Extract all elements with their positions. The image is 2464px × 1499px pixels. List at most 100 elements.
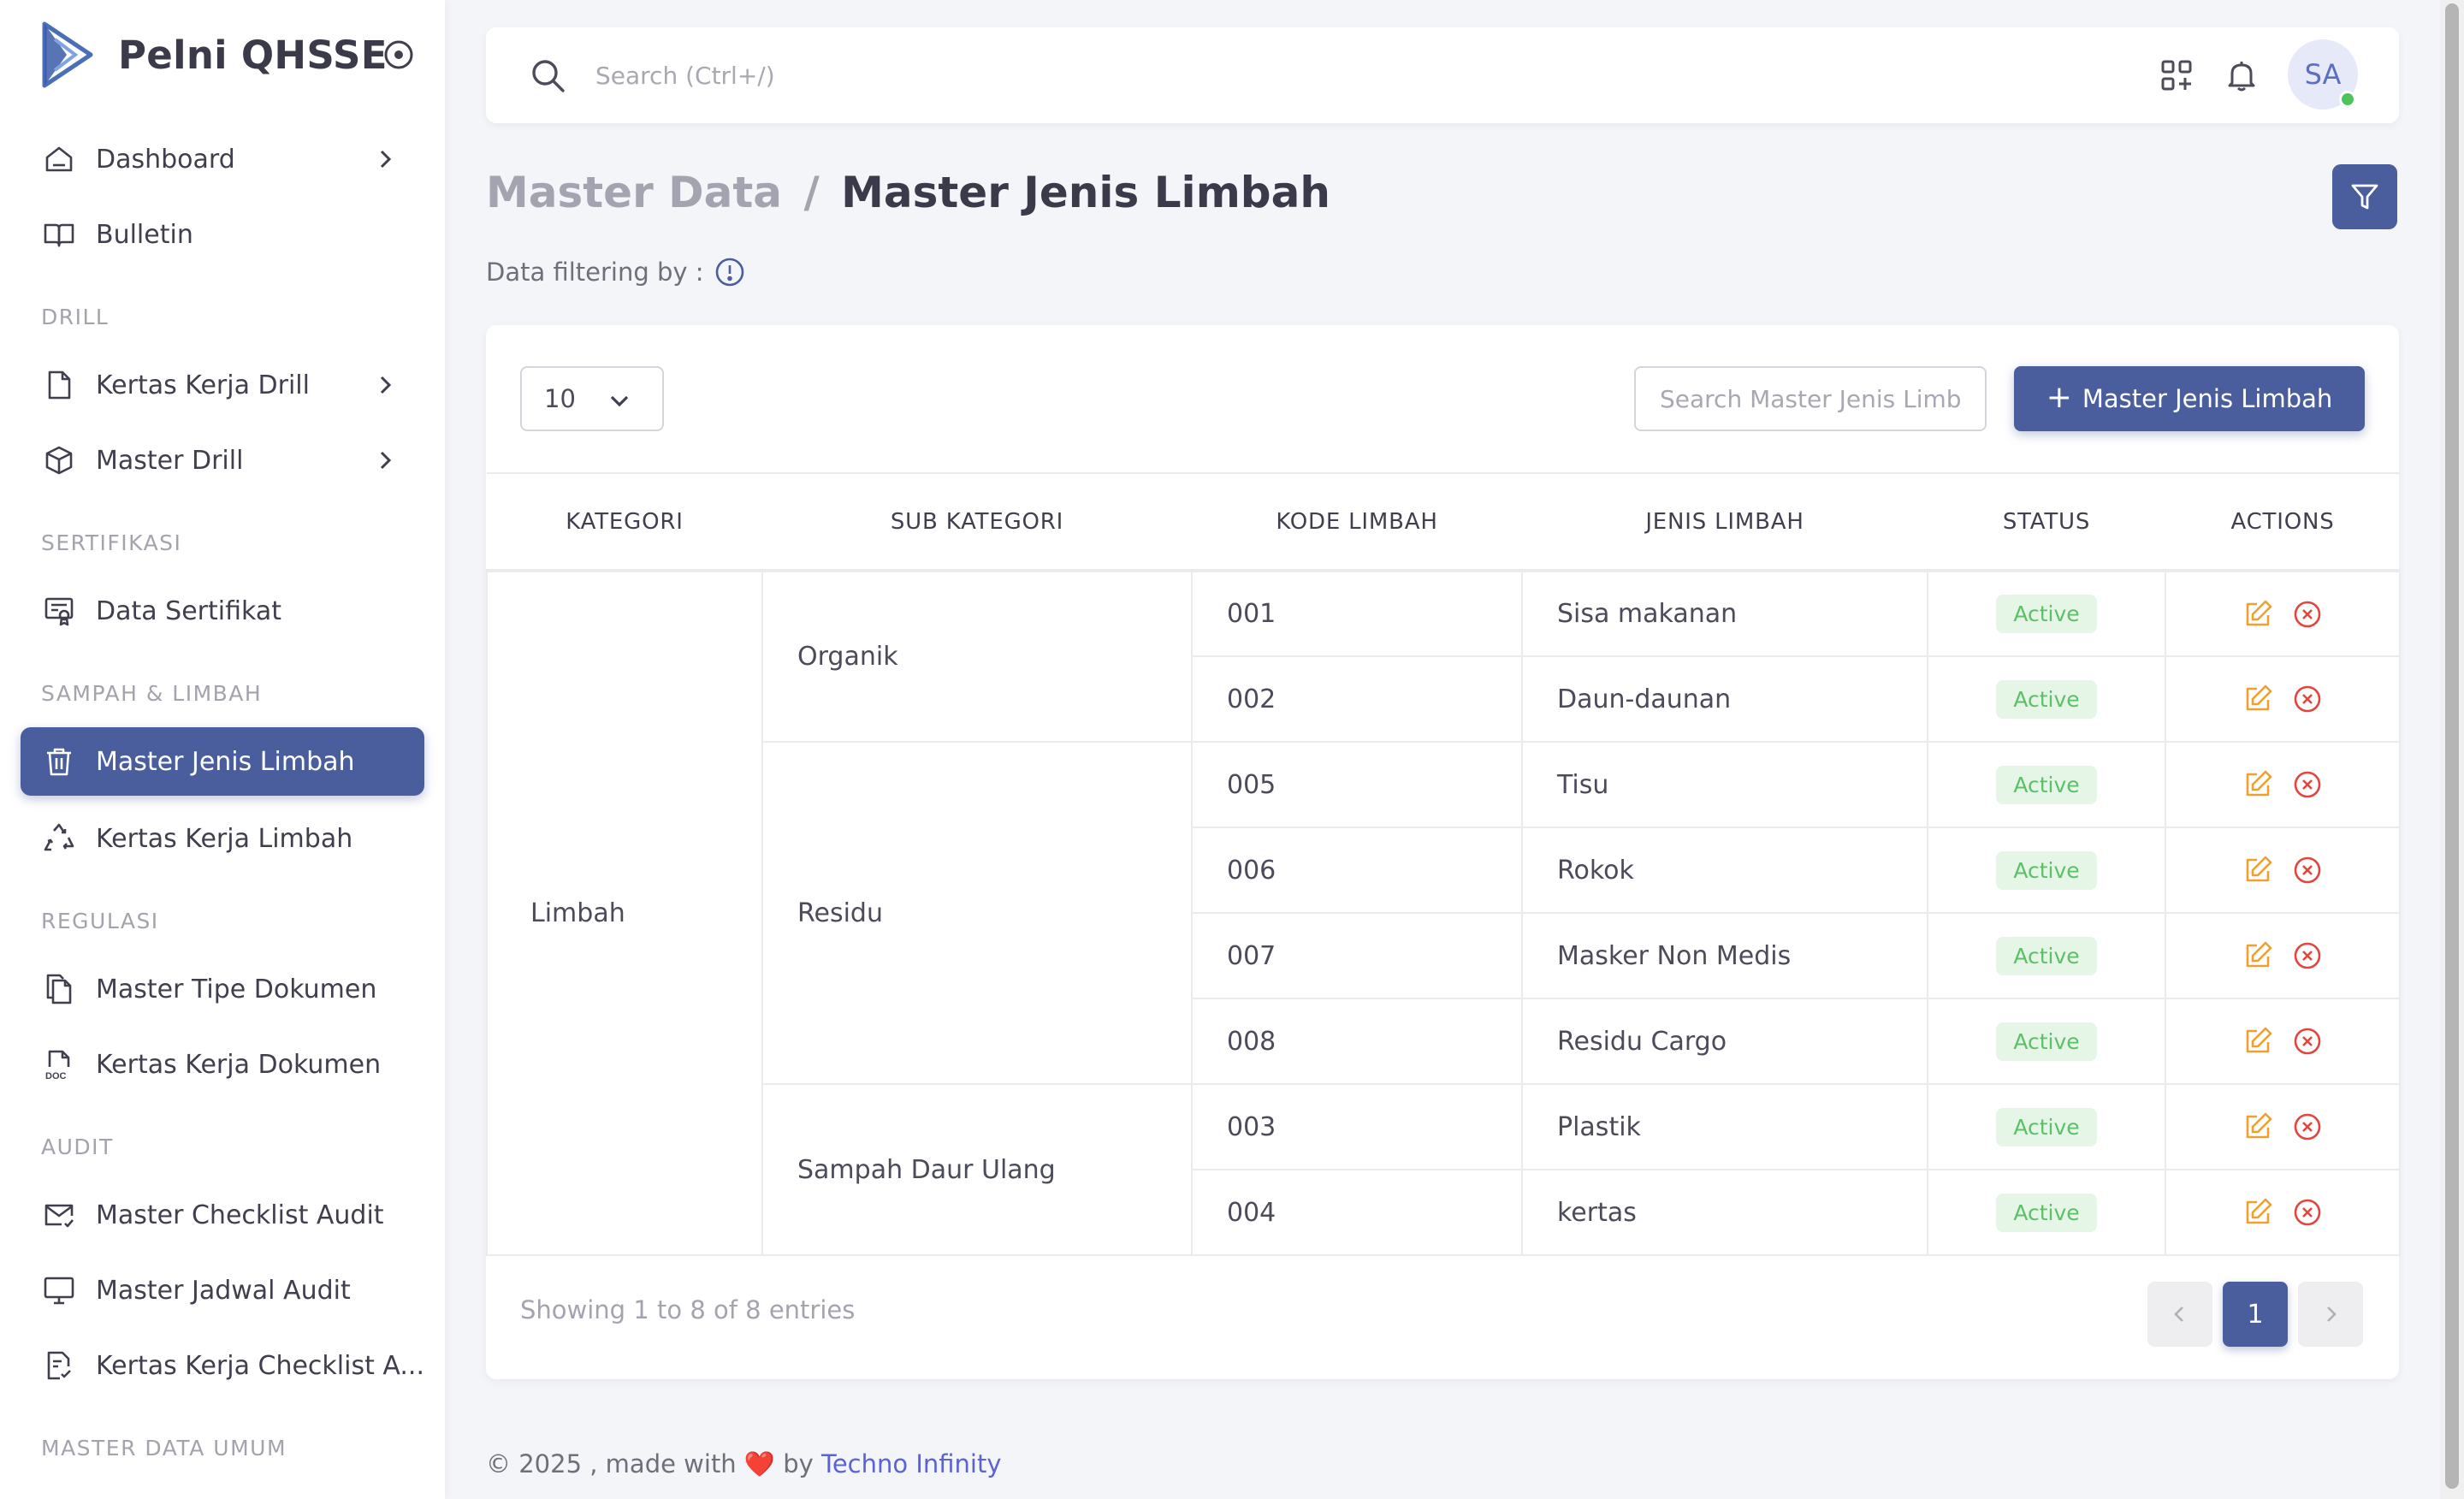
delete-icon[interactable] [2292,599,2323,630]
sidebar-item-bulletin[interactable]: Bulletin [21,200,424,269]
col-header-sub-kategori[interactable]: SUB KATEGORI [762,472,1192,572]
add-master-jenis-limbah-button[interactable]: + Master Jenis Limbah [2014,366,2365,431]
footer-company-link[interactable]: Techno Infinity [821,1449,1001,1478]
chevron-right-icon [2327,1306,2337,1322]
files-icon [46,974,72,1004]
col-header-jenis-limbah[interactable]: JENIS LIMBAH [1522,472,1928,572]
cell-jenis: Daun-daunan [1521,655,1928,743]
edit-icon[interactable] [2242,940,2273,971]
cell-kode: 004 [1191,1169,1523,1256]
edit-icon[interactable] [2242,684,2273,714]
sidebar-item-master-jadwal-audit[interactable]: Master Jadwal Audit [21,1256,424,1324]
sidebar-item-label: Master Drill [96,445,244,476]
certificate-icon [44,597,74,626]
delete-icon[interactable] [2292,769,2323,800]
global-search-input[interactable] [595,53,1622,98]
sidebar-pin-icon[interactable] [383,39,414,70]
delete-icon[interactable] [2292,1111,2323,1142]
monitor-icon [44,1277,74,1305]
delete-icon[interactable] [2292,855,2323,886]
master-jenis-limbah-table: KATEGORI SUB KATEGORI KODE LIMBAH JENIS … [486,472,2401,1256]
user-avatar[interactable]: SA [2288,39,2358,110]
page-scrollbar-thumb[interactable] [2445,3,2459,1489]
bell-icon[interactable] [2224,58,2259,92]
cell-status: Active [1927,1169,2166,1256]
cell-kode: 002 [1191,655,1523,743]
breadcrumb-parent[interactable]: Master Data [486,168,782,217]
sidebar-item-master-tipe-dokumen[interactable]: Master Tipe Dokumen [21,955,424,1023]
sidebar-item-master-checklist-audit[interactable]: Master Checklist Audit [21,1181,424,1249]
col-header-status[interactable]: STATUS [1928,472,2165,572]
sidebar-item-kertas-kerja-drill[interactable]: Kertas Kerja Drill [21,351,424,419]
home-icon [45,146,73,172]
delete-icon[interactable] [2292,1197,2323,1228]
cell-kode: 003 [1191,1083,1523,1170]
col-header-kode-limbah[interactable]: KODE LIMBAH [1192,472,1522,572]
col-header-kategori[interactable]: KATEGORI [487,472,762,572]
table-search-input[interactable] [1634,366,1987,431]
plus-icon: + [2046,379,2072,415]
cell-jenis: Residu Cargo [1521,998,1928,1085]
breadcrumb-separator: / [803,168,820,217]
edit-icon[interactable] [2242,1026,2273,1057]
sidebar-item-label: Kertas Kerja Limbah [96,823,353,854]
filter-note-label: Data filtering by : [486,258,704,287]
footer-copyright: © 2025 , made with [486,1449,737,1478]
cell-sub-kategori: Residu [761,741,1193,1085]
cell-actions [2165,827,2401,914]
sidebar-item-kertas-kerja-limbah[interactable]: Kertas Kerja Limbah [21,804,424,873]
mail-icon [44,1204,74,1228]
sidebar-item-kertas-kerja-checklist-audit[interactable]: Kertas Kerja Checklist A... [21,1331,424,1400]
sidebar-item-kertas-kerja-dokumen[interactable]: DOC Kertas Kerja Dokumen [21,1030,424,1099]
pagination-page-button[interactable]: 1 [2223,1282,2288,1347]
brand[interactable]: Pelni QHSSE [41,19,388,91]
avatar-initials: SA [2304,58,2342,91]
sidebar-item-master-jenis-limbah[interactable]: Master Jenis Limbah [21,727,424,796]
chevron-down-icon [610,395,629,407]
status-badge: Active [1996,679,2097,719]
sidebar-item-data-sertifikat[interactable]: Data Sertifikat [21,577,424,645]
nav-section-audit: AUDIT [41,1135,114,1159]
delete-icon[interactable] [2292,940,2323,971]
sidebar-item-dashboard[interactable]: Dashboard [21,125,424,193]
cell-sub-kategori: Sampah Daur Ulang [761,1083,1193,1256]
search-icon[interactable] [529,56,566,94]
apps-add-icon[interactable] [2159,58,2194,92]
nav-section-master-data-umum: MASTER DATA UMUM [41,1436,287,1460]
edit-icon[interactable] [2242,855,2273,886]
cell-kode: 007 [1191,912,1523,999]
doc-file-icon: DOC [45,1050,70,1081]
sidebar-item-label: Master Jenis Limbah [96,746,355,777]
table-row: Sampah Daur Ulang 003 Plastik Active [487,1083,2401,1256]
pagination-next-button[interactable] [2298,1282,2363,1347]
recycle-icon [44,823,74,851]
edit-icon[interactable] [2242,1197,2273,1228]
data-table-card: 10 + Master Jenis Limbah KATEGORI SUB KA… [486,325,2401,1379]
status-badge: Active [1996,850,2097,890]
edit-icon[interactable] [2242,769,2273,800]
chevron-right-icon [380,150,392,169]
filter-button[interactable] [2332,164,2397,229]
page-size-select[interactable]: 10 [520,366,664,431]
edit-icon[interactable] [2242,599,2273,630]
cell-actions [2165,1083,2401,1170]
info-icon[interactable] [714,257,745,287]
status-badge: Active [1996,1107,2097,1146]
sidebar-item-label: Kertas Kerja Checklist A... [96,1350,424,1381]
filter-icon [2351,184,2378,210]
online-status-dot [2339,91,2356,108]
cell-jenis: kertas [1521,1169,1928,1256]
edit-icon[interactable] [2242,1111,2273,1142]
cell-actions [2165,998,2401,1085]
sidebar-item-label: Master Tipe Dokumen [96,974,377,1004]
delete-icon[interactable] [2292,1026,2323,1057]
cell-kode: 006 [1191,827,1523,914]
status-badge: Active [1996,1193,2097,1232]
cell-status: Active [1927,570,2166,657]
sidebar-item-master-drill[interactable]: Master Drill [21,426,424,495]
book-icon [44,223,74,247]
pagination-prev-button[interactable] [2147,1282,2212,1347]
delete-icon[interactable] [2292,684,2323,714]
nav-section-sertifikasi: SERTIFIKASI [41,530,182,555]
table-row: Residu 005 Tisu Active [487,741,2401,1085]
